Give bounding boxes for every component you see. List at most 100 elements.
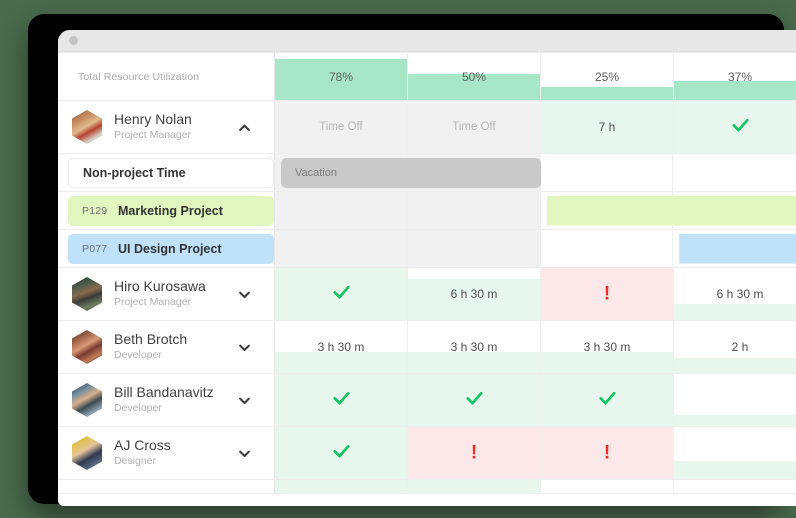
cell-utilization-fill: [674, 304, 796, 320]
row-cells: [275, 480, 796, 493]
grid-cell[interactable]: [674, 101, 796, 153]
grid-cell[interactable]: [673, 154, 796, 191]
window-titlebar: [58, 30, 796, 52]
utilization-cell-2: 50%: [408, 53, 541, 100]
row-cells: [275, 230, 796, 267]
row-cells: [275, 374, 796, 426]
row-cells: 3 h 30 m 3 h 30 m 3 h 30 m 2 h: [275, 321, 796, 373]
grid-cell[interactable]: Time Off: [408, 101, 541, 153]
project-subrow[interactable]: P129 Marketing Project: [58, 192, 796, 230]
row-cells: 6 h 30 m! 6 h 30 m: [275, 268, 796, 320]
grid-cell[interactable]: [408, 480, 541, 493]
member-row[interactable]: AJ Cross Designer!!: [58, 427, 796, 480]
utilization-cell-1: 78%: [275, 53, 408, 100]
partial-next-row: [58, 480, 796, 494]
grid-cell[interactable]: !: [408, 427, 541, 479]
avatar: [72, 436, 102, 470]
grid-cell[interactable]: [541, 154, 674, 191]
grid-cell[interactable]: [674, 480, 796, 493]
grid-cell[interactable]: [275, 268, 408, 320]
check-icon: [541, 389, 673, 412]
row-cells: Time Off Time Off 7 h: [275, 101, 796, 153]
grid-cell[interactable]: [408, 374, 541, 426]
member-role: Developer: [114, 402, 162, 415]
alert-icon: !: [603, 283, 611, 305]
check-icon: [275, 283, 407, 306]
task-bar[interactable]: [547, 196, 796, 226]
task-bar[interactable]: [679, 234, 796, 264]
chevron-down-icon[interactable]: [236, 286, 252, 302]
grid-cell[interactable]: [407, 230, 541, 267]
time-off-label: Time Off: [452, 121, 496, 133]
chevron-down-icon[interactable]: [236, 339, 252, 355]
grid-cell[interactable]: [541, 230, 674, 267]
grid-cell[interactable]: !: [541, 268, 674, 320]
member-row[interactable]: Beth Brotch Developer 3 h 30 m3 h 30 m3 h …: [58, 321, 796, 374]
cell-utilization-fill: [674, 415, 796, 426]
grid-cell[interactable]: [541, 480, 674, 493]
grid-cell[interactable]: 3 h 30 m: [275, 321, 408, 373]
grid-cell[interactable]: [674, 374, 796, 426]
window-control-dot[interactable]: [69, 36, 78, 45]
member-name-cell[interactable]: Henry Nolan Project Manager: [58, 101, 275, 153]
member-row[interactable]: Bill Bandanavitz Developer: [58, 374, 796, 427]
time-off-label: Time Off: [319, 121, 363, 133]
grid-cell[interactable]: [674, 427, 796, 479]
cell-utilization-fill: [674, 461, 796, 479]
grid-cell[interactable]: [275, 374, 408, 426]
cell-hours-value: 3 h 30 m: [583, 340, 631, 354]
project-name-cell[interactable]: P077 UI Design Project: [58, 230, 275, 267]
grid-cell[interactable]: 2 h: [674, 321, 796, 373]
project-pill[interactable]: Non-project Time: [68, 157, 274, 188]
task-bar-label: Vacation: [295, 166, 337, 179]
cell-utilization-fill: [408, 352, 540, 373]
check-icon: [674, 116, 796, 139]
project-name-cell[interactable]: Non-project Time: [58, 154, 275, 191]
member-name-cell[interactable]: Beth Brotch Developer: [58, 321, 275, 373]
cell-utilization-fill: [674, 358, 796, 373]
grid-cell[interactable]: 3 h 30 m: [408, 321, 541, 373]
task-bar[interactable]: Vacation: [281, 157, 541, 188]
chevron-down-icon[interactable]: [236, 392, 252, 408]
grid-cell[interactable]: [407, 192, 541, 229]
project-subrow[interactable]: Non-project Time Vacation: [58, 154, 796, 192]
grid-cell[interactable]: [275, 192, 408, 229]
project-code: P077: [82, 242, 108, 255]
grid-cell[interactable]: 7 h: [541, 101, 674, 153]
check-icon: [275, 389, 407, 412]
chevron-up-icon[interactable]: [236, 119, 252, 135]
project-subrow[interactable]: P077 UI Design Project: [58, 230, 796, 268]
member-info: Beth Brotch Developer: [114, 331, 236, 363]
cell-hours-value: 7 h: [598, 120, 616, 134]
member-info: Bill Bandanavitz Developer: [114, 384, 236, 416]
grid-cell[interactable]: !: [541, 427, 674, 479]
grid-cell[interactable]: [275, 480, 408, 493]
grid-cell[interactable]: [275, 230, 408, 267]
cell-utilization-fill: [541, 352, 673, 373]
member-name: Henry Nolan: [114, 110, 192, 127]
inactive-cell-background: [275, 230, 407, 267]
grid-cell[interactable]: 3 h 30 m: [541, 321, 674, 373]
member-info: AJ Cross Designer: [114, 437, 236, 469]
grid-cell[interactable]: 6 h 30 m: [674, 268, 796, 320]
member-name-cell[interactable]: Bill Bandanavitz Developer: [58, 374, 275, 426]
chevron-down-icon[interactable]: [236, 445, 252, 461]
project-pill[interactable]: P077 UI Design Project: [68, 233, 274, 264]
row-cells: Vacation: [275, 154, 796, 191]
grid-cell[interactable]: [275, 427, 408, 479]
cell-hours-value: 2 h: [731, 340, 749, 354]
project-pill[interactable]: P129 Marketing Project: [68, 195, 274, 226]
grid-cell[interactable]: 6 h 30 m: [408, 268, 541, 320]
member-name-cell[interactable]: Hiro Kurosawa Project Manager: [58, 268, 275, 320]
member-row[interactable]: Henry Nolan Project Manager Time Off Time O…: [58, 101, 796, 154]
member-name-cell[interactable]: AJ Cross Designer: [58, 427, 275, 479]
grid-cell[interactable]: Time Off: [275, 101, 408, 153]
alert-icon: !: [603, 442, 611, 464]
cell-hours-value: 3 h 30 m: [317, 340, 365, 354]
member-info: Hiro Kurosawa Project Manager: [114, 278, 236, 310]
grid-cell[interactable]: [541, 374, 674, 426]
member-row[interactable]: Hiro Kurosawa Project Manager 6 h 30 m! 6 h…: [58, 268, 796, 321]
member-role: Project Manager: [114, 296, 192, 309]
project-name-cell[interactable]: P129 Marketing Project: [58, 192, 275, 229]
check-icon: [275, 442, 407, 465]
